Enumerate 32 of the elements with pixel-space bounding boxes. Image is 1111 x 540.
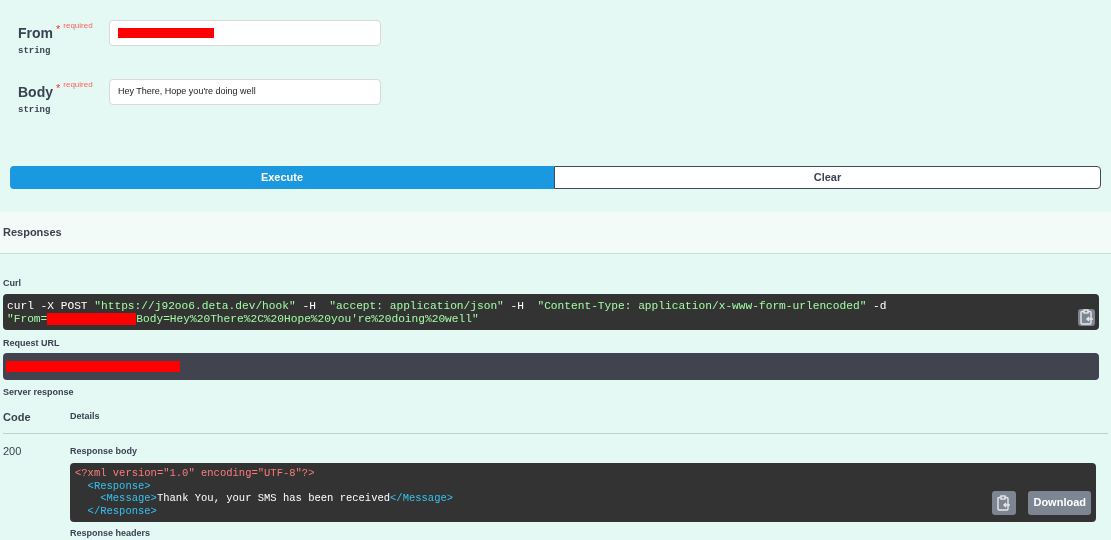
code-line: <Response> [86,479,151,493]
column-header: Details [70,410,100,424]
section-label: Request URL [3,336,60,350]
required-label: required [63,78,93,91]
code-line: </Response> [86,505,157,518]
copy-button[interactable] [992,490,1017,515]
section-label: Response body [70,444,137,458]
parameter-type: string [18,45,52,58]
code-line: Body=Hey%20There%2C%20Hope%20you're%20doing%20well" [136,312,479,326]
section-label: Curl [3,277,21,290]
column-header: Code [3,409,32,425]
parameter-name: Body [18,82,53,102]
required-label: required [63,20,93,32]
code-line: "From= [7,312,48,326]
input-field[interactable] [109,20,381,46]
parameter-name: From [18,24,53,43]
download-button[interactable]: Download [1028,490,1091,515]
copy-button[interactable] [1078,308,1095,326]
code-line: curl -X POST "https://j92oo6.deta.dev/hook" -H "accept: application/json" -H "Content-Type: application/x-www-form-urlencoded" -d [7,299,887,313]
required-asterisk: * [56,22,61,37]
section-label: Server response [3,386,74,399]
section-label: Response headers [70,526,151,540]
clear-button[interactable]: Clear [554,166,1101,189]
section-title: Responses [3,225,62,241]
status-code: 200 [3,443,23,459]
code-line: <?xml version="1.0" encoding="UTF-8"?> [75,467,315,480]
code-line: <Message>Thank You, your SMS has been received</Message> [99,492,454,506]
clipboard-icon [997,494,1012,511]
required-asterisk: * [56,80,61,96]
clipboard-icon [1079,309,1094,325]
input-field[interactable]: Hey There, Hope you're doing well [109,78,381,105]
parameter-type: string [18,103,52,117]
